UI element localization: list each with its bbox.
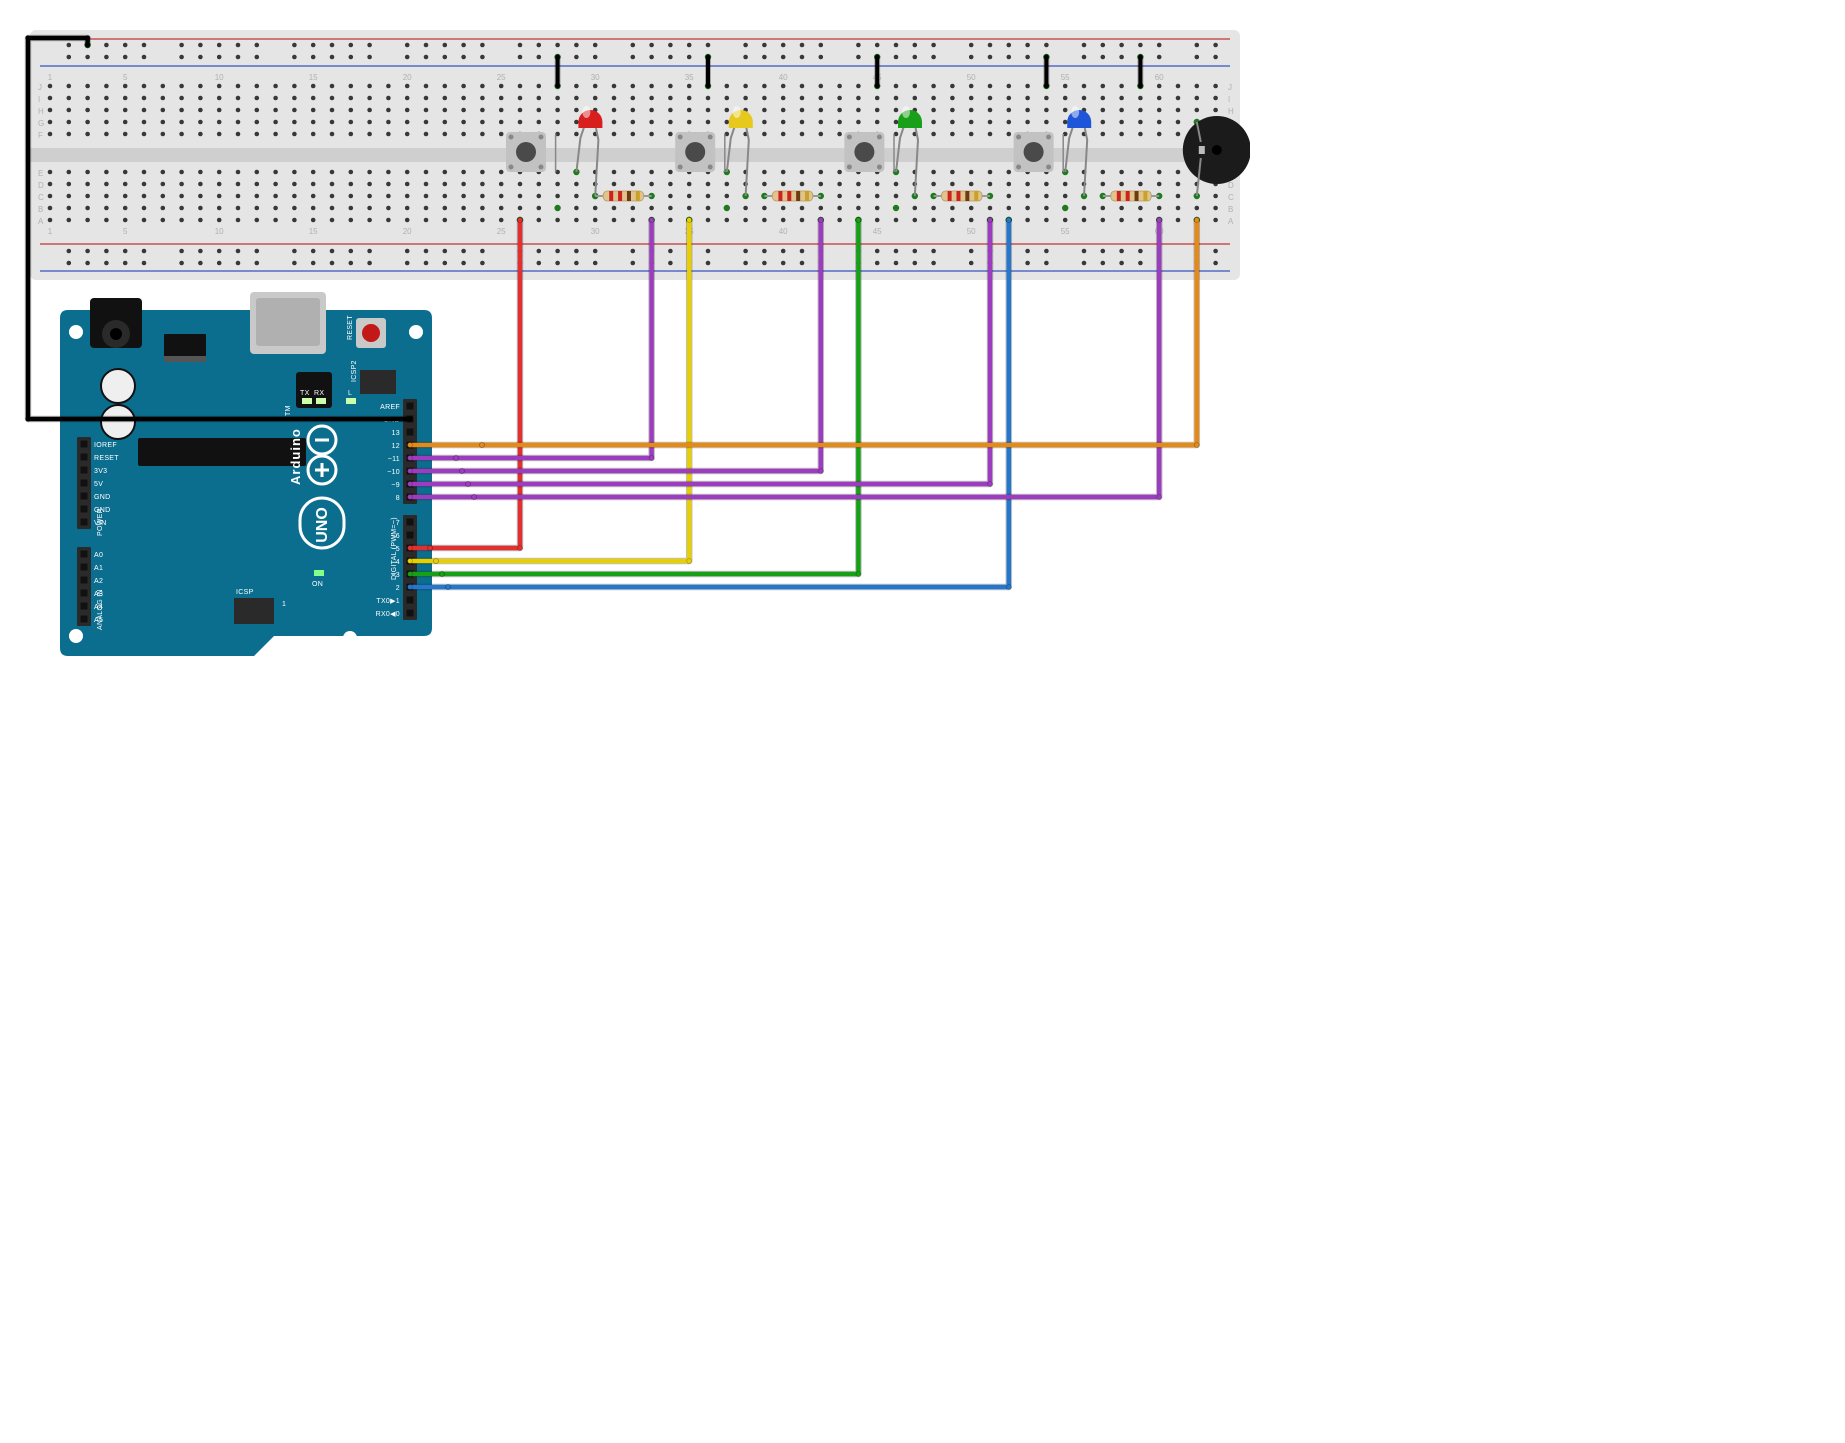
svg-text:IOREF: IOREF <box>94 442 117 449</box>
svg-text:I: I <box>38 95 40 104</box>
svg-text:25: 25 <box>497 227 506 236</box>
svg-text:40: 40 <box>779 227 788 236</box>
svg-text:GND: GND <box>94 494 110 501</box>
svg-text:A2: A2 <box>94 578 103 585</box>
svg-text:RX: RX <box>314 390 324 397</box>
svg-text:20: 20 <box>403 73 412 82</box>
R1 <box>595 191 651 201</box>
svg-text:5V: 5V <box>94 481 103 488</box>
svg-text:12: 12 <box>392 443 400 450</box>
svg-text:ANALOG IN: ANALOG IN <box>97 589 104 630</box>
svg-text:13: 13 <box>392 430 400 437</box>
svg-text:5: 5 <box>123 73 128 82</box>
svg-text:3V3: 3V3 <box>94 468 107 475</box>
svg-text:TX0▶1: TX0▶1 <box>376 598 400 605</box>
svg-text:40: 40 <box>779 73 788 82</box>
svg-text:F: F <box>38 131 43 140</box>
svg-text:60: 60 <box>1155 73 1164 82</box>
svg-text:30: 30 <box>591 73 600 82</box>
svg-text:H: H <box>1228 107 1234 116</box>
svg-text:~10: ~10 <box>387 469 400 476</box>
svg-text:J: J <box>38 83 42 92</box>
svg-text:30: 30 <box>591 227 600 236</box>
svg-text:UNO: UNO <box>314 507 331 543</box>
reset-button[interactable] <box>356 318 386 348</box>
svg-text:~11: ~11 <box>388 456 400 463</box>
wiring-diagram: JIH GF EDC BA JIH GF EDC BA 115510101515… <box>20 20 1250 982</box>
svg-text:L: L <box>348 390 352 397</box>
svg-text:50: 50 <box>967 227 976 236</box>
R3 <box>934 191 990 201</box>
svg-text:55: 55 <box>1061 227 1070 236</box>
R4 <box>1103 191 1159 201</box>
svg-text:1: 1 <box>48 73 53 82</box>
svg-text:I: I <box>1228 95 1230 104</box>
svg-text:J: J <box>1228 83 1232 92</box>
svg-text:ICSP: ICSP <box>236 589 254 596</box>
svg-text:45: 45 <box>873 227 882 236</box>
svg-text:RESET: RESET <box>94 455 119 462</box>
svg-text:POWER: POWER <box>97 508 104 536</box>
svg-text:A0: A0 <box>94 552 103 559</box>
svg-text:DIGITAL (PWM=~): DIGITAL (PWM=~) <box>391 517 398 580</box>
svg-text:RX0◀0: RX0◀0 <box>376 611 400 618</box>
svg-text:35: 35 <box>685 73 694 82</box>
svg-text:D: D <box>1228 181 1234 190</box>
breadboard: JIH GF EDC BA JIH GF EDC BA 115510101515… <box>30 30 1240 280</box>
svg-text:20: 20 <box>403 227 412 236</box>
svg-text:A1: A1 <box>94 565 103 572</box>
svg-text:A: A <box>1228 217 1234 226</box>
svg-text:D: D <box>38 181 44 190</box>
svg-text:H: H <box>38 107 44 116</box>
svg-text:B: B <box>38 205 43 214</box>
svg-text:25: 25 <box>497 73 506 82</box>
svg-text:TX: TX <box>300 390 310 397</box>
svg-text:10: 10 <box>215 73 224 82</box>
svg-text:AREF: AREF <box>380 404 400 411</box>
svg-text:ICSP2: ICSP2 <box>351 360 358 382</box>
svg-text:5: 5 <box>123 227 128 236</box>
svg-text:ON: ON <box>312 581 323 588</box>
svg-text:8: 8 <box>396 495 400 502</box>
svg-text:~9: ~9 <box>391 482 400 489</box>
svg-text:10: 10 <box>215 227 224 236</box>
svg-text:E: E <box>38 169 43 178</box>
svg-text:TM: TM <box>285 405 292 416</box>
svg-text:1: 1 <box>282 601 286 608</box>
svg-text:A: A <box>38 217 44 226</box>
svg-text:B: B <box>1228 205 1233 214</box>
svg-text:15: 15 <box>309 227 318 236</box>
svg-text:2: 2 <box>396 585 400 592</box>
svg-text:50: 50 <box>967 73 976 82</box>
svg-text:RESET: RESET <box>347 315 354 340</box>
svg-text:15: 15 <box>309 73 318 82</box>
svg-text:C: C <box>38 193 44 202</box>
svg-text:55: 55 <box>1061 73 1070 82</box>
svg-text:G: G <box>38 119 44 128</box>
svg-text:C: C <box>1228 193 1234 202</box>
arduino-uno: RESET ICSP2 Arduino TM UNO <box>60 292 432 656</box>
svg-text:Arduino: Arduino <box>288 428 303 485</box>
svg-text:1: 1 <box>48 227 53 236</box>
R2 <box>764 191 820 201</box>
